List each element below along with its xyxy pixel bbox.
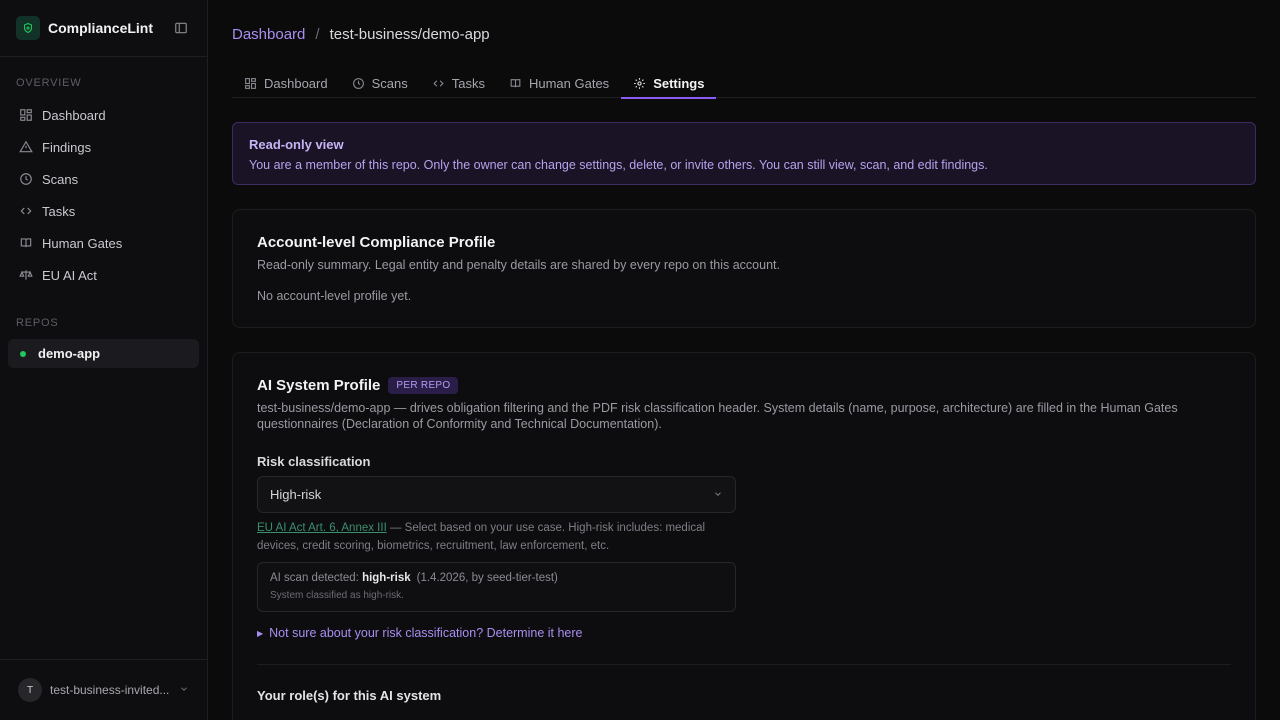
tab-label: Human Gates: [528, 75, 610, 91]
tab-dashboard[interactable]: Dashboard: [232, 68, 340, 98]
user-name: test-business-invited...: [50, 683, 170, 697]
repo-tabs: Dashboard Scans Tasks Human Gates Settin…: [232, 68, 1256, 99]
sidebar-item-findings[interactable]: Findings: [0, 131, 207, 163]
per-repo-badge: PER REPO: [388, 377, 459, 394]
tab-human-gates[interactable]: Human Gates: [497, 68, 621, 98]
book-icon: [509, 76, 523, 90]
grid-icon: [18, 107, 34, 123]
tab-label: Dashboard: [264, 75, 328, 91]
chevron-down-icon: [713, 487, 723, 502]
repo-item-demo-app[interactable]: demo-app: [8, 339, 199, 368]
scan-meta: (1.4.2026, by seed-tier-test): [416, 572, 558, 584]
roles-section-title: Your role(s) for this AI system: [257, 688, 442, 703]
ai-system-profile-card: AI System Profile PER REPO test-business…: [232, 352, 1256, 720]
clock-icon: [18, 171, 34, 187]
sidebar-item-label: Findings: [42, 139, 92, 155]
sidebar-item-label: Tasks: [42, 203, 76, 219]
ai-profile-description: test-business/demo-app — drives obligati…: [257, 401, 1178, 431]
tab-scans[interactable]: Scans: [340, 68, 420, 98]
account-profile-subtitle: Read-only summary. Legal entity and pena…: [257, 258, 780, 272]
scan-detected-line: AI scan detected: high-risk (1.4.2026, by…: [270, 572, 723, 584]
notice-text: You are a member of this repo. Only the …: [249, 158, 988, 172]
chevron-down-icon: [179, 681, 189, 699]
tab-settings[interactable]: Settings: [621, 68, 717, 99]
account-profile-title: Account-level Compliance Profile: [257, 234, 496, 251]
grid-icon: [244, 76, 258, 90]
sidebar-item-tasks[interactable]: Tasks: [0, 195, 207, 227]
overview-section-label: OVERVIEW: [16, 77, 82, 89]
clock-icon: [352, 76, 366, 90]
tab-label: Scans: [371, 75, 408, 91]
sidebar-item-human-gates[interactable]: Human Gates: [0, 227, 207, 259]
breadcrumb-dashboard-link[interactable]: Dashboard: [232, 26, 305, 43]
code-icon: [18, 203, 34, 219]
brand-header: ComplianceLint: [0, 0, 207, 57]
sidebar-item-label: EU AI Act: [42, 267, 97, 283]
disclosure-label: Not sure about your risk classification?…: [269, 626, 583, 640]
notice-title: Read-only view: [249, 137, 344, 152]
caret-right-icon: ▶: [257, 628, 264, 638]
sidebar-item-label: Human Gates: [42, 235, 123, 251]
breadcrumb-separator: /: [315, 25, 320, 43]
eu-ai-act-link[interactable]: EU AI Act Art. 6, Annex III: [257, 522, 387, 534]
sidebar-item-scans[interactable]: Scans: [0, 163, 207, 195]
sidebar-toggle-icon[interactable]: [171, 18, 191, 38]
user-menu[interactable]: T test-business-invited...: [0, 659, 207, 720]
risk-help-disclosure[interactable]: ▶ Not sure about your risk classificatio…: [257, 626, 1231, 640]
repo-item-label: demo-app: [38, 346, 101, 361]
sidebar-item-label: Scans: [42, 171, 79, 187]
account-profile-empty: No account-level profile yet.: [257, 289, 412, 303]
ai-scan-result: AI scan detected: high-risk (1.4.2026, by…: [257, 562, 736, 612]
risk-classification-hint: EU AI Act Art. 6, Annex III — Select bas…: [257, 519, 736, 555]
shield-logo-icon: [16, 16, 40, 40]
read-only-notice: Read-only view You are a member of this …: [232, 122, 1256, 185]
scan-note: System classified as high-risk.: [270, 590, 404, 601]
tab-label: Settings: [653, 75, 705, 91]
sidebar-item-eu-ai-act[interactable]: EU AI Act: [0, 259, 207, 291]
section-divider: [257, 664, 1231, 665]
gear-icon: [633, 76, 647, 90]
scan-value: high-risk: [362, 572, 411, 584]
risk-classification-value: High-risk: [270, 487, 322, 502]
breadcrumb: Dashboard / test-business/demo-app: [232, 0, 1256, 68]
scan-prefix: AI scan detected:: [270, 572, 363, 584]
sidebar-item-label: Dashboard: [42, 107, 106, 123]
brand-name: ComplianceLint: [48, 20, 154, 36]
tab-tasks[interactable]: Tasks: [420, 68, 497, 98]
warning-icon: [18, 139, 34, 155]
code-icon: [432, 76, 446, 90]
scale-icon: [18, 267, 34, 283]
sidebar-item-dashboard[interactable]: Dashboard: [0, 99, 207, 131]
book-icon: [18, 235, 34, 251]
main-content: Dashboard / test-business/demo-app Dashb…: [208, 0, 1280, 720]
sidebar: ComplianceLint OVERVIEW Dashboard Findin…: [0, 0, 208, 720]
breadcrumb-current: test-business/demo-app: [329, 25, 490, 43]
tab-label: Tasks: [451, 75, 485, 91]
repo-status-dot: [20, 350, 26, 357]
ai-profile-header: AI System Profile PER REPO: [257, 377, 1231, 394]
ai-profile-title: AI System Profile: [257, 377, 381, 394]
risk-classification-select[interactable]: High-risk: [257, 476, 736, 513]
risk-classification-label: Risk classification: [257, 454, 371, 469]
repos-section-label: REPOS: [16, 317, 59, 329]
account-profile-card: Account-level Compliance Profile Read-on…: [232, 209, 1256, 328]
avatar: T: [18, 678, 42, 702]
